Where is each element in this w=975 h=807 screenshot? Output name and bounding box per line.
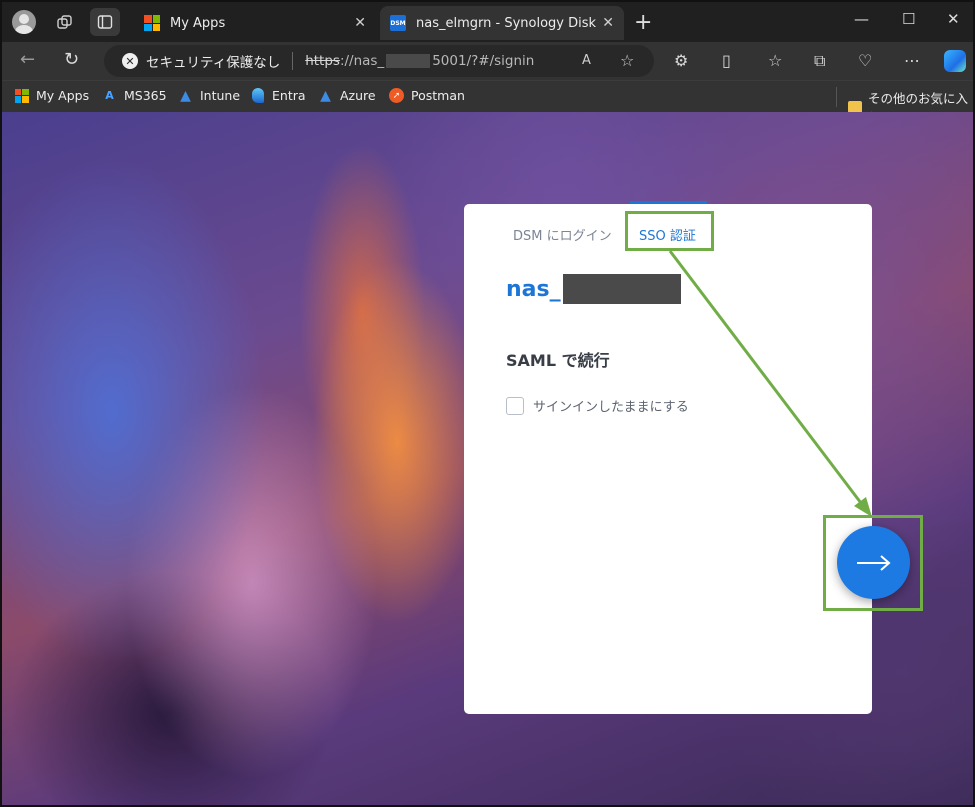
active-tab-indicator (630, 201, 707, 204)
bookmark-label: My Apps (36, 88, 90, 103)
split-screen-icon[interactable]: ▯ (722, 51, 731, 70)
bookmarks-bar: My Apps A MS365 ▲ Intune Entra ▲ Azure ➚… (2, 80, 973, 125)
continue-button-highlight (823, 515, 923, 611)
bookmark-entra[interactable]: Entra (250, 88, 306, 103)
bookmark-label: Postman (411, 88, 465, 103)
url-path: 5001/?#/signin (432, 53, 535, 69)
bookmark-postman[interactable]: ➚ Postman (389, 88, 465, 103)
bookmark-intune[interactable]: ▲ Intune (178, 87, 241, 104)
more-options-icon[interactable]: ⋯ (904, 51, 920, 70)
page-background: DSM にログイン SSO 認証 nas_ SAML で続行 サインインしたまま… (2, 112, 973, 805)
bookmark-my-apps[interactable]: My Apps (14, 88, 89, 103)
sso-tab-highlight (625, 211, 714, 251)
bookmarks-divider (836, 87, 837, 107)
read-aloud-icon[interactable]: A (582, 53, 591, 68)
redacted-host (386, 54, 431, 68)
security-label[interactable]: セキュリティ保護なし (146, 51, 280, 71)
tab-title: My Apps (170, 15, 226, 31)
saml-title: SAML で続行 (506, 351, 610, 370)
bookmark-label: MS365 (124, 88, 167, 103)
microsoft-logo-icon (14, 88, 29, 103)
health-icon[interactable]: ♡ (858, 51, 872, 70)
postman-icon: ➚ (389, 88, 404, 103)
url-scheme: https (305, 53, 340, 69)
address-divider (292, 52, 294, 70)
close-window-button[interactable]: ✕ (947, 10, 960, 28)
address-bar[interactable]: ✕ セキュリティ保護なし https ://nas_ 5001/?#/signi… (104, 45, 654, 77)
copilot-icon[interactable] (944, 50, 966, 72)
intune-icon: ▲ (180, 87, 191, 104)
profile-avatar-icon[interactable] (12, 10, 36, 34)
bookmark-azure[interactable]: ▲ Azure (318, 87, 376, 104)
tab-title: nas_elmgrn - Synology DiskStation (416, 15, 597, 31)
entra-icon (250, 88, 265, 103)
tab-my-apps[interactable]: My Apps ✕ (134, 6, 376, 40)
tab-dsm-login[interactable]: DSM にログイン (513, 225, 612, 244)
close-tab-icon[interactable]: ✕ (602, 15, 614, 31)
browser-toolbar: ← ↻ ✕ セキュリティ保護なし https ://nas_ 5001/?#/s… (2, 42, 973, 80)
minimize-button[interactable]: — (854, 10, 869, 28)
workspaces-icon[interactable] (52, 10, 78, 36)
bookmark-label: Entra (272, 88, 306, 103)
close-tab-icon[interactable]: ✕ (354, 15, 366, 31)
browser-window: My Apps ✕ DSM nas_elmgrn - Synology Disk… (0, 0, 975, 807)
stay-signed-in-checkbox[interactable] (506, 396, 524, 415)
tab-strip: My Apps ✕ DSM nas_elmgrn - Synology Disk… (2, 2, 973, 42)
favorites-icon[interactable]: ☆ (768, 51, 782, 70)
ms365-icon: A (105, 89, 114, 102)
server-name-text: nas_ (506, 276, 561, 302)
favorite-star-icon[interactable]: ☆ (620, 51, 634, 70)
back-arrow-icon[interactable]: ← (20, 49, 35, 70)
stay-signed-in-option[interactable]: サインインしたままにする (506, 396, 689, 415)
refresh-icon[interactable]: ↻ (64, 49, 79, 70)
dsm-favicon-icon: DSM (390, 15, 406, 31)
stay-signed-in-label[interactable]: サインインしたままにする (533, 396, 689, 415)
tab-diskstation[interactable]: DSM nas_elmgrn - Synology DiskStation ✕ (380, 6, 624, 40)
tab-actions-icon[interactable] (90, 8, 120, 36)
extensions-icon[interactable]: ⚙ (674, 51, 688, 70)
new-tab-button[interactable]: + (634, 10, 652, 35)
url-host: ://nas_ (339, 53, 385, 69)
maximize-button[interactable]: ☐ (902, 10, 915, 28)
microsoft-logo-icon (144, 15, 160, 31)
redacted-server-name (562, 274, 681, 304)
bookmark-label: Intune (200, 88, 241, 103)
azure-icon: ▲ (320, 87, 331, 104)
login-card: DSM にログイン SSO 認証 nas_ SAML で続行 サインインしたまま… (464, 201, 872, 714)
bookmark-ms365[interactable]: A MS365 (102, 88, 167, 103)
server-name: nas_ (506, 274, 681, 304)
bookmark-label: Azure (340, 88, 376, 103)
not-secure-icon[interactable]: ✕ (122, 53, 138, 69)
collections-icon[interactable]: ⧉ (814, 51, 825, 71)
